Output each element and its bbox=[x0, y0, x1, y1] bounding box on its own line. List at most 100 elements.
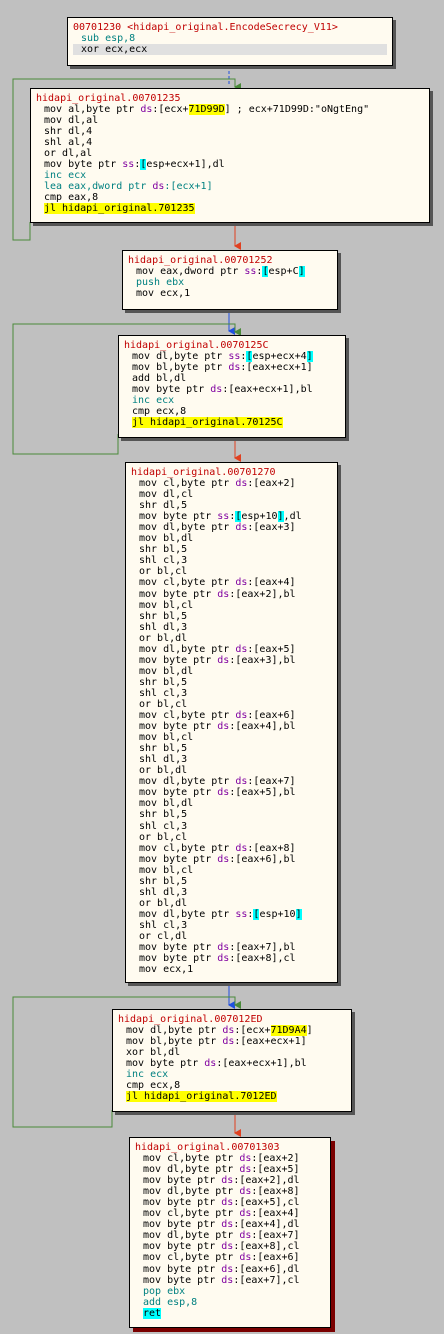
instruction: mov dl,byte ptr ds:[eax+7] bbox=[143, 1230, 300, 1242]
jump-target[interactable]: jl hidapi_original.701235 bbox=[44, 203, 195, 215]
instruction: mov bl,dl bbox=[139, 533, 194, 545]
instruction: pop ebx bbox=[143, 1285, 186, 1297]
basic-block-setup[interactable]: hidapi_original.00701252 mov eax,dword pt… bbox=[122, 250, 338, 310]
instruction: xor bl,dl bbox=[126, 1047, 181, 1059]
block-label: 00701230 <hidapi_original.EncodeSecrecy_… bbox=[73, 22, 338, 33]
instruction: cmp ecx,8 bbox=[132, 406, 187, 418]
instruction: add esp,8 bbox=[143, 1296, 198, 1308]
instruction: mov cl,byte ptr ds:[eax+4] bbox=[143, 1208, 300, 1220]
instruction: shl dl,3 bbox=[139, 754, 188, 766]
basic-block-loop3[interactable]: hidapi_original.007012ED mov dl,byte ptr … bbox=[112, 1009, 352, 1112]
basic-block-return[interactable]: hidapi_original.00701303 mov cl,byte ptr … bbox=[129, 1137, 331, 1328]
instruction: mov dl,al bbox=[44, 115, 99, 127]
instruction: mov byte ptr ds:[eax+2],bl bbox=[139, 588, 296, 600]
basic-block-rotate[interactable]: hidapi_original.00701270 mov cl,byte ptr … bbox=[125, 462, 338, 983]
instruction: mov byte ptr ds:[eax+8],cl bbox=[143, 1241, 300, 1253]
instruction: mov dl,byte ptr ds:[eax+5] bbox=[139, 643, 296, 655]
instruction: lea eax,dword ptr ds:[ecx+1] bbox=[44, 181, 213, 193]
instruction: cmp ecx,8 bbox=[126, 1080, 181, 1092]
instruction: mov dl,cl bbox=[139, 489, 194, 501]
instruction: shl cl,3 bbox=[139, 555, 188, 567]
instruction: mov bl,dl bbox=[139, 798, 194, 810]
instruction: mov byte ptr ss:[esp+ecx+1],dl bbox=[44, 159, 225, 171]
instruction: or bl,dl bbox=[139, 765, 188, 777]
instruction: mov dl,byte ptr ds:[eax+8] bbox=[143, 1186, 300, 1198]
instruction: mov byte ptr ds:[eax+6],bl bbox=[139, 853, 296, 865]
block-label: hidapi_original.00701270 bbox=[131, 467, 276, 478]
instruction: shr bl,5 bbox=[139, 544, 188, 556]
instruction: shl cl,3 bbox=[139, 820, 188, 832]
instruction: mov eax,dword ptr ss:[esp+C] bbox=[136, 266, 305, 278]
instruction: mov byte ptr ds:[eax+4],bl bbox=[139, 721, 296, 733]
instruction: shr bl,5 bbox=[139, 610, 188, 622]
instruction: inc ecx bbox=[126, 1069, 169, 1081]
instruction: or bl,cl bbox=[139, 698, 188, 710]
instruction: shl dl,3 bbox=[139, 621, 188, 633]
instruction: mov byte ptr ds:[eax+7],cl bbox=[143, 1274, 300, 1286]
instruction: mov bl,dl bbox=[139, 665, 194, 677]
instruction: or dl,al bbox=[44, 148, 93, 160]
instruction: mov cl,byte ptr ds:[eax+2] bbox=[139, 478, 296, 490]
instruction: mov byte ptr ds:[eax+2],dl bbox=[143, 1175, 300, 1187]
instruction: or cl,dl bbox=[139, 930, 188, 942]
instruction: mov dl,byte ptr ds:[ecx+71D9A4] bbox=[126, 1025, 313, 1037]
instruction: mov cl,byte ptr ds:[eax+4] bbox=[139, 577, 296, 589]
instruction: mov ecx,1 bbox=[136, 288, 191, 300]
instruction: mov cl,byte ptr ds:[eax+6] bbox=[139, 710, 296, 722]
instruction: cmp eax,8 bbox=[44, 192, 99, 204]
block-label: hidapi_original.00701252 bbox=[128, 255, 273, 266]
instruction: shr dl,5 bbox=[139, 500, 188, 512]
jump-instruction: jl hidapi_original.70125C bbox=[124, 417, 340, 429]
block-label: hidapi_original.0070125C bbox=[124, 340, 269, 351]
instruction: mov byte ptr ds:[eax+6],dl bbox=[143, 1263, 300, 1275]
instruction: push ebx bbox=[136, 277, 185, 289]
basic-block-loop2[interactable]: hidapi_original.0070125C mov dl,byte ptr … bbox=[118, 335, 346, 438]
instruction: shr bl,5 bbox=[139, 743, 188, 755]
jump-target[interactable]: jl hidapi_original.7012ED bbox=[126, 1091, 277, 1103]
instruction: mov ecx,1 bbox=[139, 964, 194, 976]
instruction: mov dl,byte ptr ds:[eax+5] bbox=[143, 1164, 300, 1176]
instruction: sub esp,8 bbox=[81, 33, 136, 45]
instruction: mov cl,byte ptr ds:[eax+8] bbox=[139, 842, 296, 854]
instruction: shl dl,3 bbox=[139, 886, 188, 898]
instruction: inc ecx bbox=[132, 395, 175, 407]
instruction: mov dl,byte ptr ds:[eax+7] bbox=[139, 776, 296, 788]
basic-block-loop1[interactable]: hidapi_original.00701235 mov al,byte ptr … bbox=[30, 88, 430, 223]
block-label: hidapi_original.00701303 bbox=[135, 1142, 280, 1153]
instruction: mov byte ptr ds:[eax+ecx+1],bl bbox=[132, 384, 313, 396]
instruction: shr dl,4 bbox=[44, 126, 93, 138]
instruction: mov byte ptr ds:[eax+ecx+1],bl bbox=[126, 1058, 307, 1070]
instruction: add bl,dl bbox=[132, 373, 187, 385]
instruction: or bl,cl bbox=[139, 566, 188, 578]
instruction: mov dl,byte ptr ss:[esp+ecx+4] bbox=[132, 351, 313, 363]
instruction: shr bl,5 bbox=[139, 676, 188, 688]
instruction: mov byte ptr ss:[esp+10],dl bbox=[139, 511, 302, 523]
instruction: ret bbox=[143, 1307, 162, 1319]
instruction: mov bl,cl bbox=[139, 599, 194, 611]
instruction: mov bl,byte ptr ds:[eax+ecx+1] bbox=[126, 1036, 307, 1048]
instruction: mov byte ptr ds:[eax+4],dl bbox=[143, 1219, 300, 1231]
instruction: mov al,byte ptr ds:[ecx+71D99D] ; ecx+71… bbox=[44, 104, 370, 116]
instruction: mov cl,byte ptr ds:[eax+2] bbox=[143, 1153, 300, 1165]
instruction: inc ecx bbox=[44, 170, 87, 182]
block-label: hidapi_original.00701235 bbox=[36, 93, 181, 104]
instruction: shl al,4 bbox=[44, 137, 93, 149]
instruction: or bl,dl bbox=[139, 897, 188, 909]
instruction: xor ecx,ecx bbox=[73, 44, 387, 56]
instruction: mov cl,byte ptr ds:[eax+6] bbox=[143, 1252, 300, 1264]
instruction: mov byte ptr ds:[eax+7],bl bbox=[139, 942, 296, 954]
jump-target[interactable]: jl hidapi_original.70125C bbox=[132, 417, 283, 429]
instruction: mov byte ptr ds:[eax+3],bl bbox=[139, 654, 296, 666]
instruction: mov byte ptr ds:[eax+5],cl bbox=[143, 1197, 300, 1209]
jump-instruction: jl hidapi_original.7012ED bbox=[118, 1091, 346, 1103]
block-label: hidapi_original.007012ED bbox=[118, 1014, 263, 1025]
instruction: mov dl,byte ptr ss:[esp+10] bbox=[139, 908, 302, 920]
instruction: mov byte ptr ds:[eax+5],bl bbox=[139, 787, 296, 799]
instruction: or bl,dl bbox=[139, 632, 188, 644]
instruction: shr bl,5 bbox=[139, 875, 188, 887]
instruction: mov bl,cl bbox=[139, 732, 194, 744]
instruction: mov dl,byte ptr ds:[eax+3] bbox=[139, 522, 296, 534]
basic-block-entry[interactable]: 00701230 <hidapi_original.EncodeSecrecy_… bbox=[67, 17, 393, 66]
instruction: or bl,cl bbox=[139, 831, 188, 843]
instruction: shl cl,3 bbox=[139, 919, 188, 931]
